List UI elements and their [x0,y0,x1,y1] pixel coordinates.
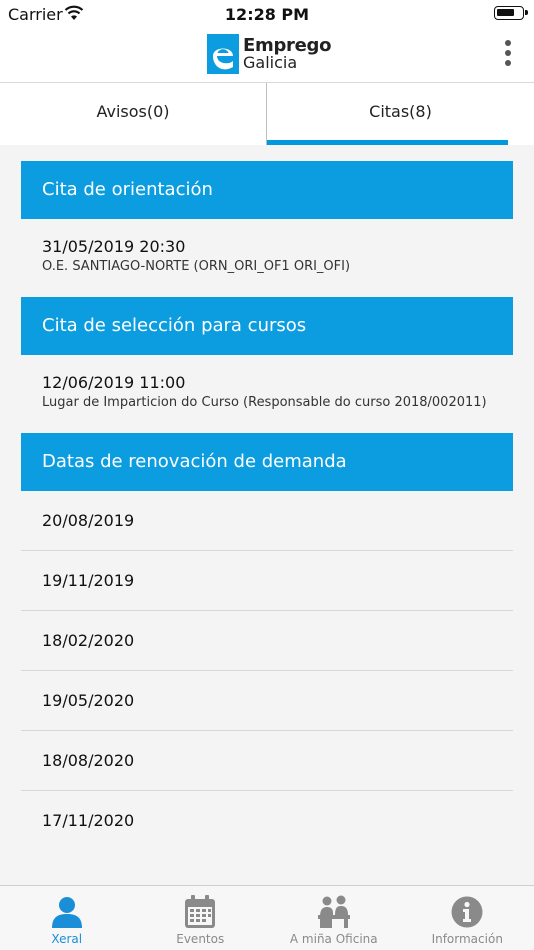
more-options-icon[interactable] [504,40,512,70]
bottom-tab-bar: Xeral Eventos A miña Oficina Información [0,885,534,950]
cita-item-orientacion[interactable]: 31/05/2019 20:30 O.E. SANTIAGO-NORTE (OR… [21,219,513,297]
bottom-tab-label: A miña Oficina [289,932,378,946]
section-header-renovacion: Datas de renovación de demanda [21,433,513,491]
renovation-date-row: 18/02/2020 [21,611,513,671]
tab-citas[interactable]: Citas(8) [267,83,534,145]
tab-avisos-label: Avisos(0) [96,102,170,121]
tab-strip: Avisos(0) Citas(8) [0,83,534,145]
tab-selected-indicator [267,140,508,145]
status-bar: Carrier 12:28 PM [0,0,534,28]
bottom-tab-label: Información [431,932,503,946]
renovation-date-row: 19/11/2019 [21,551,513,611]
clock: 12:28 PM [224,5,310,24]
citas-list: Cita de orientación 31/05/2019 20:30 O.E… [21,161,513,851]
user-icon [51,897,82,928]
battery-icon [494,6,528,20]
bottom-tab-xeral[interactable]: Xeral [0,886,134,950]
cita-item-seleccion[interactable]: 12/06/2019 11:00 Lugar de Imparticion do… [21,355,513,433]
bottom-tab-oficina[interactable]: A miña Oficina [267,886,401,950]
renovation-date-row: 18/08/2020 [21,731,513,791]
renovation-date-row: 17/11/2020 [42,811,135,830]
renovation-date-row: 19/05/2020 [21,671,513,731]
cita-place: Lugar de Imparticion do Curso (Responsab… [42,395,487,410]
bottom-tab-label: Eventos [176,932,225,946]
cita-date: 31/05/2019 20:30 [42,237,186,256]
renovation-date-row: 20/08/2019 [21,491,513,551]
office-icon [317,895,350,928]
section-header-seleccion: Cita de selección para cursos [21,297,513,355]
bottom-tab-eventos[interactable]: Eventos [134,886,268,950]
info-icon [451,896,483,928]
app-header: Emprego Galicia [0,28,534,83]
cita-date: 12/06/2019 11:00 [42,373,186,392]
logo-line-2: Galicia [243,53,298,72]
tab-citas-label: Citas(8) [369,102,432,121]
cita-place: O.E. SANTIAGO-NORTE (ORN_ORI_OF1 ORI_OFI… [42,259,351,274]
bottom-tab-label: Xeral [51,932,83,946]
bottom-tab-informacion[interactable]: Información [401,886,534,950]
calendar-icon [185,895,216,928]
logo-mark-icon [207,34,239,74]
section-header-orientacion: Cita de orientación [21,161,513,219]
emprego-galicia-logo: Emprego Galicia [207,34,331,74]
tab-avisos[interactable]: Avisos(0) [0,83,267,145]
